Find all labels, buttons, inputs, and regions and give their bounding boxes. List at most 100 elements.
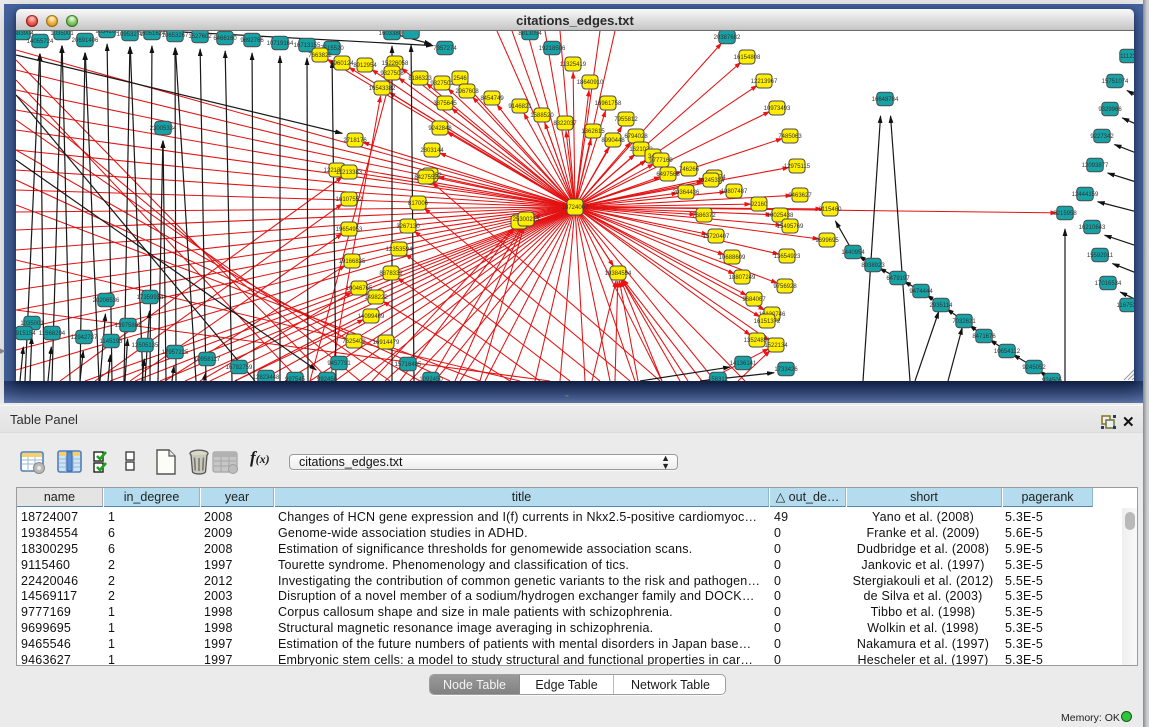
svg-text:7357274: 7357274 — [433, 46, 457, 52]
svg-text:12213967: 12213967 — [751, 79, 778, 85]
svg-text:16782759: 16782759 — [226, 365, 253, 371]
svg-text:3875645: 3875645 — [433, 101, 457, 107]
svg-text:1362615: 1362615 — [581, 129, 605, 135]
svg-text:13975887: 13975887 — [115, 323, 142, 329]
svg-text:8813054: 8813054 — [518, 31, 542, 37]
svg-text:1733426: 1733426 — [774, 367, 798, 373]
svg-text:7663822: 7663822 — [308, 53, 332, 59]
svg-text:11568294: 11568294 — [39, 331, 66, 337]
svg-text:16210643: 16210643 — [1079, 225, 1106, 231]
svg-text:7485063: 7485063 — [778, 134, 802, 140]
svg-text:2967608: 2967608 — [455, 89, 479, 95]
svg-text:16107552: 16107552 — [336, 197, 363, 203]
svg-text:8960124: 8960124 — [330, 61, 354, 67]
svg-text:10807487: 10807487 — [721, 189, 748, 195]
svg-text:9327502: 9327502 — [430, 81, 454, 87]
svg-text:15592911: 15592911 — [1087, 253, 1114, 259]
svg-text:16543382: 16543382 — [369, 86, 396, 92]
svg-text:12975115: 12975115 — [784, 164, 811, 170]
svg-text:817006: 817006 — [408, 201, 429, 207]
svg-text:15716485: 15716485 — [395, 362, 422, 368]
svg-text:10025438: 10025438 — [767, 213, 794, 219]
svg-text:9242848: 9242848 — [428, 126, 452, 132]
svg-text:6466160: 6466160 — [213, 36, 237, 42]
svg-text:1092450: 1092450 — [419, 377, 443, 381]
svg-text:1588520: 1588520 — [530, 113, 554, 119]
svg-text:7625402: 7625402 — [342, 339, 366, 345]
svg-text:2718176: 2718176 — [343, 138, 367, 144]
svg-text:92160: 92160 — [751, 202, 768, 208]
svg-text:16151372: 16151372 — [754, 319, 781, 325]
svg-text:10958117: 10958117 — [194, 357, 221, 363]
svg-text:9115460: 9115460 — [819, 207, 843, 213]
svg-text:16154808: 16154808 — [734, 55, 761, 61]
svg-text:10719164: 10719164 — [267, 41, 294, 47]
svg-text:1498222: 1498222 — [364, 295, 388, 301]
svg-text:8878332: 8878332 — [379, 271, 403, 277]
svg-text:9684067: 9684067 — [742, 297, 766, 303]
svg-text:1167533: 1167533 — [1117, 303, 1134, 309]
svg-text:12823448: 12823448 — [253, 375, 280, 381]
svg-text:9329966: 9329966 — [1098, 107, 1122, 113]
svg-text:20387682: 20387682 — [714, 35, 741, 41]
svg-text:9245052: 9245052 — [1022, 365, 1046, 371]
svg-text:3915154: 3915154 — [16, 331, 36, 337]
svg-text:6794028: 6794028 — [624, 134, 648, 140]
svg-text:20364436: 20364436 — [673, 190, 700, 196]
svg-text:1440954: 1440954 — [841, 250, 865, 256]
svg-text:997545: 997545 — [285, 377, 306, 381]
svg-text:1522134: 1522134 — [764, 343, 788, 349]
svg-text:10245334: 10245334 — [698, 178, 725, 184]
svg-text:6479197: 6479197 — [886, 276, 910, 282]
svg-text:19166825: 19166825 — [339, 259, 366, 265]
svg-text:8912954: 8912954 — [353, 63, 377, 69]
svg-text:16914479: 16914479 — [373, 340, 400, 346]
svg-text:15720407: 15720407 — [703, 234, 730, 240]
svg-text:17957225: 17957225 — [162, 350, 189, 356]
svg-text:12505135: 12505135 — [132, 343, 159, 349]
svg-text:1145193: 1145193 — [100, 339, 124, 345]
svg-text:7032621: 7032621 — [952, 319, 976, 325]
svg-text:16961758: 16961758 — [595, 101, 622, 107]
svg-text:14099469: 14099469 — [358, 314, 385, 320]
svg-text:18724007: 18724007 — [562, 205, 589, 211]
svg-text:746266: 746266 — [679, 167, 700, 173]
svg-text:8215958: 8215958 — [1053, 211, 1077, 217]
svg-text:13654923: 13654923 — [774, 254, 801, 260]
svg-text:2546: 2546 — [453, 76, 467, 82]
svg-text:10653267: 10653267 — [162, 33, 189, 39]
svg-text:10973493: 10973493 — [764, 106, 791, 112]
svg-text:8471676: 8471676 — [972, 334, 996, 340]
svg-text:9457791: 9457791 — [327, 361, 351, 367]
svg-text:23005334: 23005334 — [150, 126, 177, 132]
svg-text:14055724: 14055724 — [27, 39, 54, 45]
svg-text:11123: 11123 — [1120, 54, 1134, 60]
svg-text:15495769: 15495769 — [777, 224, 804, 230]
svg-text:20691406: 20691406 — [72, 38, 99, 44]
svg-text:10688609: 10688609 — [719, 255, 746, 261]
svg-text:2935114: 2935114 — [930, 303, 954, 309]
svg-text:924505: 924505 — [1042, 378, 1063, 381]
svg-text:17359934: 17359934 — [137, 295, 164, 301]
svg-text:8186323: 8186323 — [408, 76, 432, 82]
svg-text:19654953: 19654953 — [336, 227, 363, 233]
svg-text:16033809: 16033809 — [379, 31, 406, 37]
svg-text:19384554: 19384554 — [605, 271, 632, 277]
svg-text:992450: 992450 — [317, 377, 338, 381]
svg-text:9892766: 9892766 — [240, 38, 264, 44]
svg-text:10654112: 10654112 — [994, 349, 1021, 355]
svg-text:158312: 158312 — [708, 377, 729, 381]
svg-text:7955812: 7955812 — [614, 117, 638, 123]
svg-text:9777169: 9777169 — [649, 158, 673, 164]
svg-text:14136141: 14136141 — [730, 361, 757, 367]
svg-text:25300213: 25300213 — [513, 217, 540, 223]
svg-text:7686372: 7686372 — [692, 213, 716, 219]
svg-text:2803144: 2803144 — [420, 148, 444, 154]
svg-text:18807249: 18807249 — [729, 275, 756, 281]
svg-text:1035001: 1035001 — [50, 31, 74, 37]
svg-text:19218506: 19218506 — [539, 46, 566, 52]
svg-text:1527602: 1527602 — [188, 34, 212, 40]
svg-text:9699695: 9699695 — [815, 238, 839, 244]
svg-text:6497568: 6497568 — [656, 172, 680, 178]
svg-text:8427552: 8427552 — [414, 175, 438, 181]
